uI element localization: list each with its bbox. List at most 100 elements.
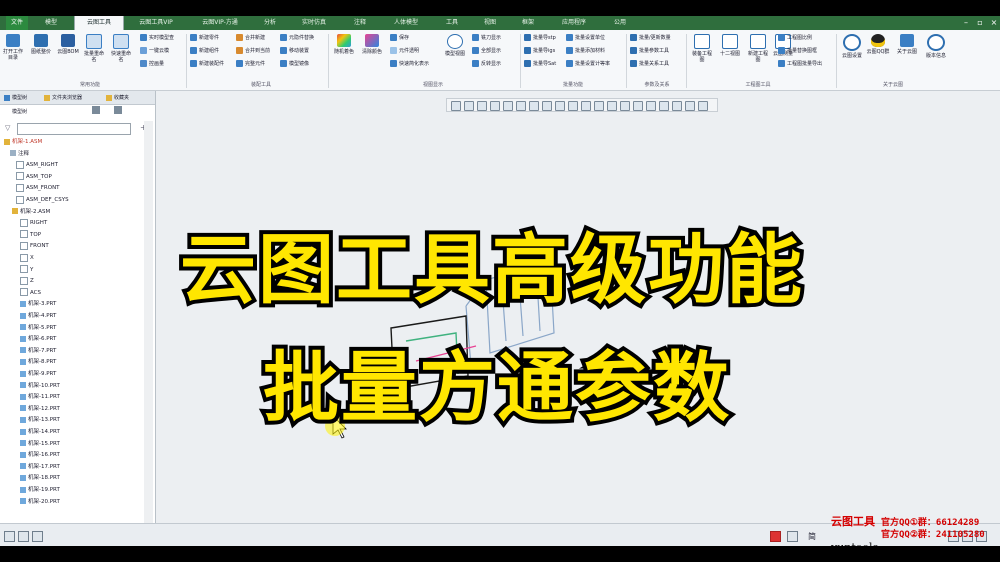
drawing-price-button[interactable]: 图纸整价: [30, 34, 52, 55]
tab-applications[interactable]: 应用程序: [556, 16, 592, 30]
tree-item[interactable]: 机架-5.PRT: [20, 323, 56, 334]
batch-add-material-button[interactable]: 批量添加材料: [566, 47, 605, 56]
new-drawing-button[interactable]: 新建工程图: [746, 34, 770, 63]
mill-display-button[interactable]: 铣刀显示: [472, 34, 501, 43]
tree-item[interactable]: 机架-20.PRT: [20, 497, 60, 508]
new-assembly-button[interactable]: 新建组件: [190, 47, 219, 56]
new-part-button[interactable]: 新建零件: [190, 34, 219, 43]
show-all-button[interactable]: 全部显示: [472, 47, 501, 56]
tree-scrollbar[interactable]: [144, 121, 153, 523]
tree-item[interactable]: X: [20, 253, 34, 264]
clear-color-button[interactable]: 清除颜色: [360, 34, 384, 55]
mirror-model-button[interactable]: 模型镜像: [280, 60, 309, 69]
save-view-button[interactable]: 保存: [390, 34, 409, 43]
tree-item[interactable]: 机架-16.PRT: [20, 450, 60, 461]
close-icon[interactable]: ×: [988, 16, 1000, 30]
yuntu-qq-group-button[interactable]: 云图QQ群: [866, 34, 890, 55]
fullscreen-icon[interactable]: [32, 531, 43, 542]
merge-current-button[interactable]: 合并到当前: [236, 47, 270, 56]
tab-common[interactable]: 公用: [608, 16, 632, 30]
tree-item[interactable]: ASM_RIGHT: [16, 160, 58, 171]
tree-item[interactable]: ASM_FRONT: [16, 183, 60, 194]
tree-item[interactable]: 机架-11.PRT: [20, 392, 60, 403]
tab-simulation[interactable]: 实时仿真: [296, 16, 332, 30]
tree-item[interactable]: 机架-18.PRT: [20, 473, 60, 484]
tab-yuntu-tools[interactable]: 云图工具: [74, 16, 124, 30]
tree-item[interactable]: 注释: [10, 149, 29, 160]
tab-annotate[interactable]: 注释: [348, 16, 372, 30]
transparent-component-button[interactable]: 元件透明: [390, 47, 419, 56]
tab-folder-browser[interactable]: 文件夹浏览器: [44, 93, 82, 103]
complete-component-button[interactable]: 完整元件: [236, 60, 265, 69]
select-icon[interactable]: [787, 531, 798, 542]
batch-rename-button[interactable]: 批量重命名: [83, 34, 105, 63]
batch-relations-tool-button[interactable]: 批量关系工具: [630, 60, 669, 69]
batch-export-stp-button[interactable]: 批量导stp: [524, 34, 556, 43]
minimize-icon[interactable]: –: [960, 16, 972, 30]
tab-yuntu-vip[interactable]: 云图工具VIP: [130, 16, 182, 30]
tree-item[interactable]: 机架-15.PRT: [20, 439, 60, 450]
version-info-button[interactable]: 版本信息: [924, 34, 948, 59]
tree-item[interactable]: 机架-4.PRT: [20, 311, 56, 322]
batch-set-units-button[interactable]: 批量设置单位: [566, 34, 605, 43]
tree-item[interactable]: ASM_DEF_CSYS: [16, 195, 69, 206]
assembly-drawing-button[interactable]: 装备工程图: [690, 34, 714, 63]
browser-toggle-icon[interactable]: [18, 531, 29, 542]
twelve-views-button[interactable]: 十二视图: [718, 34, 742, 57]
merge-new-button[interactable]: 合并新建: [236, 34, 265, 43]
open-workdir-button[interactable]: 打开工作目录: [2, 34, 24, 61]
tree-item[interactable]: FRONT: [20, 241, 49, 252]
tab-model-tree[interactable]: 模型树: [4, 93, 27, 103]
realtime-model-check-button[interactable]: 实时模型查: [140, 34, 174, 43]
tree-item[interactable]: 机架-1.ASM: [4, 137, 42, 148]
batch-export-sat-button[interactable]: 批量导Sat: [524, 60, 556, 69]
tree-item[interactable]: 机架-19.PRT: [20, 485, 60, 496]
tree-item[interactable]: 机架-6.PRT: [20, 334, 56, 345]
tree-item[interactable]: 机架-7.PRT: [20, 346, 56, 357]
about-yuntu-button[interactable]: 关于云图: [894, 34, 920, 55]
batch-export-igs-button[interactable]: 批量导igs: [524, 47, 555, 56]
bom-button[interactable]: 云图BOM: [57, 34, 79, 55]
tree-item[interactable]: TOP: [20, 230, 41, 241]
new-assembly-part-button[interactable]: 新建装配件: [190, 60, 224, 69]
tree-item[interactable]: Y: [20, 265, 33, 276]
simplified-rep-button[interactable]: 快速简化表示: [390, 60, 429, 69]
move-device-button[interactable]: 移动装置: [280, 47, 309, 56]
tree-search-input[interactable]: [17, 123, 131, 135]
tree-item[interactable]: 机架-13.PRT: [20, 415, 60, 426]
tree-item[interactable]: 机架-8.PRT: [20, 357, 56, 368]
tree-item[interactable]: Z: [20, 276, 34, 287]
settings-icon[interactable]: [92, 106, 100, 114]
tree-item[interactable]: 机架-2.ASM: [12, 207, 50, 218]
tree-item[interactable]: 机架-3.PRT: [20, 299, 56, 310]
tree-item[interactable]: ACS: [20, 288, 41, 299]
batch-export-drawing-button[interactable]: 工程图批量导出: [778, 60, 822, 69]
one-key-cloud-button[interactable]: 一键云模: [140, 47, 169, 56]
tree-item[interactable]: 机架-9.PRT: [20, 369, 56, 380]
batch-update-quantity-button[interactable]: 批量/更新数量: [630, 34, 671, 43]
tab-tools[interactable]: 工具: [440, 16, 464, 30]
drawing-scale-button[interactable]: 工程图比例: [778, 34, 812, 43]
tab-favorites[interactable]: 收藏夹: [106, 93, 129, 103]
tab-analysis[interactable]: 分析: [258, 16, 282, 30]
tab-human-model[interactable]: 人体模型: [388, 16, 424, 30]
layout-icon[interactable]: [4, 531, 15, 542]
flag-icon[interactable]: [770, 531, 781, 542]
tree-item[interactable]: 机架-17.PRT: [20, 462, 60, 473]
tree-item[interactable]: RIGHT: [20, 218, 47, 229]
tree-item[interactable]: 机架-14.PRT: [20, 427, 60, 438]
model-view-button[interactable]: 模型视图: [442, 34, 468, 57]
batch-set-rate-button[interactable]: 批量设置计等率: [566, 60, 610, 69]
quick-rename-button[interactable]: 快速重命名: [110, 34, 132, 63]
yuntu-settings-button[interactable]: 云图设置: [840, 34, 864, 59]
tree-item[interactable]: ASM_TOP: [16, 172, 52, 183]
show-icon[interactable]: [114, 106, 122, 114]
batch-replace-frame-button[interactable]: 批量替换图框: [778, 47, 817, 56]
filter-icon[interactable]: ▽: [5, 124, 10, 132]
tab-yuntu-vip-square[interactable]: 云图VIP-方通: [192, 16, 248, 30]
random-color-button[interactable]: 随机着色: [332, 34, 356, 55]
tree-item[interactable]: 机架-10.PRT: [20, 381, 60, 392]
tab-file[interactable]: 文件: [6, 16, 28, 30]
tab-view[interactable]: 视图: [478, 16, 502, 30]
tab-frame[interactable]: 框架: [516, 16, 540, 30]
